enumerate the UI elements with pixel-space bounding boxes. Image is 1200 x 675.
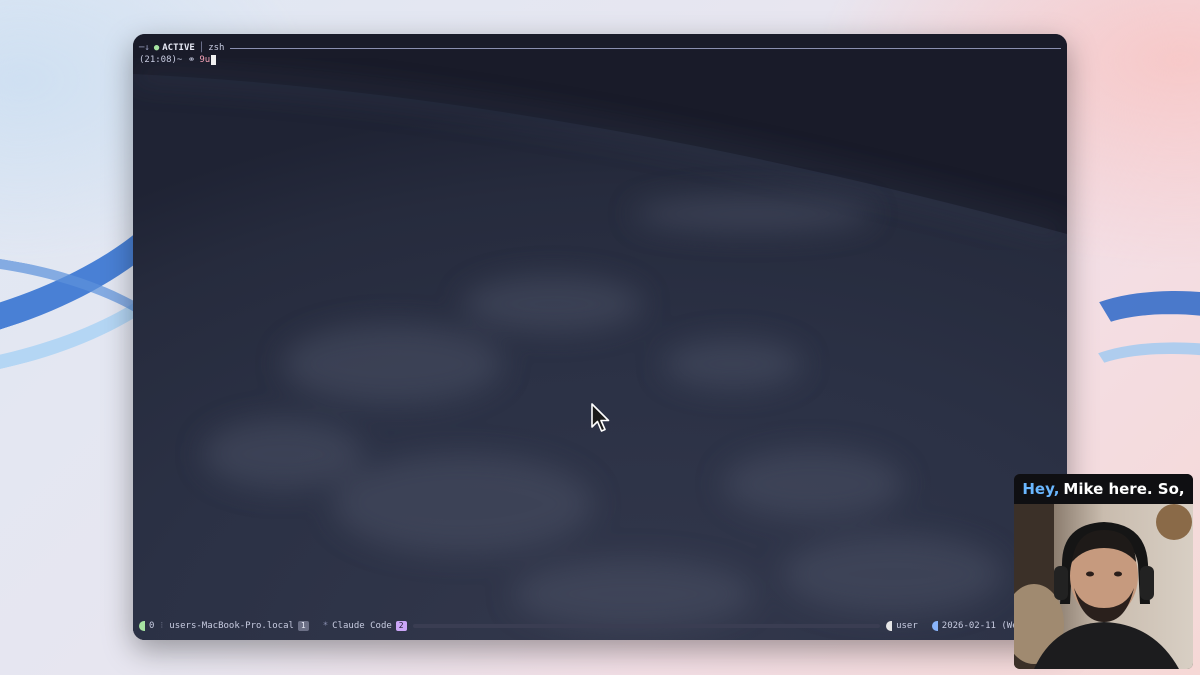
tmux-tab-line: ─↓ ● ACTIVE │ zsh [139,42,1061,54]
prompt-input[interactable]: 9u [199,55,210,65]
tab-prefix: ─↓ [139,43,150,53]
date-pill-icon [931,621,938,631]
presenter-video [1014,504,1193,669]
webcam-overlay: Hey, Mike here. So, [1014,474,1193,669]
tab-state: ACTIVE [162,43,195,53]
host-label: users-MacBook-Pro.local [169,621,294,631]
tmux-status-bar: 0 ⁝ users-MacBook-Pro.local 1 * Claude C… [139,620,1061,632]
tab-rule [230,47,1061,49]
terminal-window[interactable]: ─↓ ● ACTIVE │ zsh (21:08)~ ⚭ 9u 0 ⁝ user… [133,34,1067,640]
divider: ⁝ [160,621,164,631]
command-prompt[interactable]: (21:08)~ ⚭ 9u [139,54,217,66]
prompt-text: (21:08)~ ⚭ [139,55,196,65]
status-pill-icon [139,621,145,631]
window-2-badge: 2 [395,621,407,631]
window-1[interactable]: users-MacBook-Pro.local 1 [169,621,309,631]
live-caption: Hey, Mike here. So, [1014,474,1193,504]
arrow-cursor-icon [591,403,610,432]
user-label: user [896,621,918,631]
tab-shell-name: zsh [208,43,225,53]
dot-icon: ● [153,43,160,53]
text-cursor [211,55,217,65]
window-2-label: Claude Code [332,621,392,631]
status-fill [412,624,881,628]
window-2[interactable]: * Claude Code 2 [323,621,407,631]
caption-highlight: Hey, [1022,480,1060,498]
caption-text: Mike here. So, [1063,480,1185,498]
active-window-icon: * [322,621,329,631]
user-pill-icon [886,621,893,631]
session-index: 0 [149,621,155,631]
tab-separator: │ [198,43,205,53]
window-1-badge: 1 [297,621,309,631]
